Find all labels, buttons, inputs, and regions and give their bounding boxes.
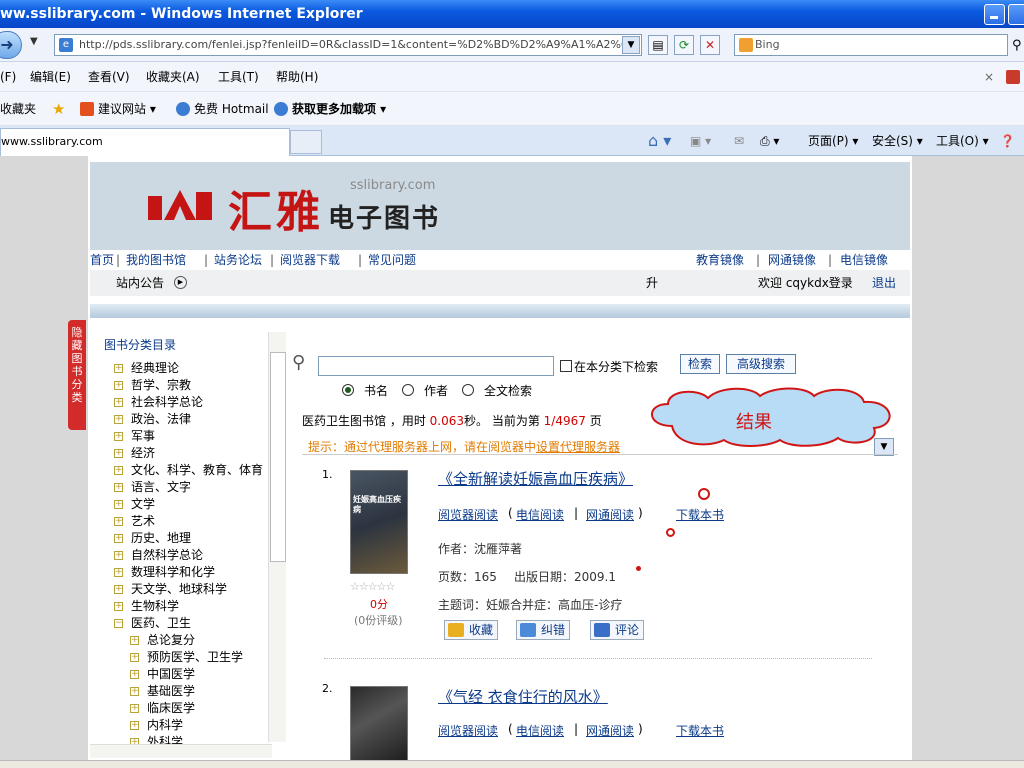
site-page: 汇雅 sslibrary.com 电子图书 首页 | 我的图书馆 | 站务论坛 …	[88, 156, 912, 760]
header-divider	[90, 304, 910, 318]
tab-bar: www.sslibrary.com ⌂ ▾ ▣ ▾ ✉ ⎙ ▾ 页面(P) ▾ …	[0, 126, 1024, 156]
nav-faq[interactable]: 常见问题	[368, 250, 416, 270]
hide-category-label: 隐藏图书分类	[71, 326, 83, 404]
nav-my-library[interactable]: 我的图书馆	[126, 250, 186, 270]
tab-sslibrary[interactable]: www.sslibrary.com	[0, 128, 290, 156]
menu-help[interactable]: 帮助(H)	[276, 62, 318, 92]
menu-edit[interactable]: 编辑(E)	[30, 62, 71, 92]
stop-icon[interactable]: ✕	[700, 35, 720, 55]
window-title-bar: ww.sslibrary.com - Windows Internet Expl…	[0, 0, 1024, 28]
star-icon[interactable]: ★	[52, 92, 65, 126]
logo-subtitle: 电子图书	[328, 204, 441, 234]
menu-tools[interactable]: 工具(T)	[218, 62, 259, 92]
close-menubar-icon[interactable]: ×	[984, 62, 994, 92]
menu-view[interactable]: 查看(V)	[88, 62, 130, 92]
back-arrow-icon[interactable]: ➜	[0, 31, 22, 59]
search-input[interactable]: Bing	[734, 34, 1008, 56]
suggested-sites-icon	[80, 102, 94, 116]
menu-file[interactable]: (F)	[0, 62, 16, 92]
mail-icon[interactable]: ✉	[734, 126, 744, 156]
ie-page-icon-2	[274, 102, 288, 116]
help-icon[interactable]: ❓	[1000, 126, 1015, 156]
home-icon[interactable]: ⌂ ▾	[648, 126, 671, 156]
logo-mark-icon	[148, 190, 212, 220]
logo-domain: sslibrary.com	[350, 178, 436, 193]
favorites-bar: 收藏夹 ★ 建议网站 ▾ 免费 Hotmail 获取更多加载项 ▾	[0, 92, 1024, 126]
compat-view-icon[interactable]: ▤	[648, 35, 668, 55]
notice-scroll-text: 升	[646, 276, 659, 290]
notice-bar: 站内公告 ▶ 升 欢迎 cqykdx登录 退出	[90, 270, 910, 296]
tools-menu[interactable]: 工具(O) ▾	[936, 126, 989, 156]
addons-link[interactable]: 获取更多加载项 ▾	[292, 92, 386, 126]
print-icon[interactable]: ⎙ ▾	[760, 126, 779, 156]
nav-sep: |	[828, 253, 833, 267]
address-input[interactable]: e http://pds.sslibrary.com/fenlei.jsp?fe…	[54, 34, 642, 56]
bing-icon	[739, 38, 753, 52]
nav-reader-download[interactable]: 阅览器下载	[280, 250, 340, 270]
page-viewport: 汇雅 sslibrary.com 电子图书 首页 | 我的图书馆 | 站务论坛 …	[0, 156, 1024, 760]
favorites-label[interactable]: 收藏夹	[0, 92, 36, 126]
address-dropdown-icon[interactable]: ▼	[622, 36, 640, 54]
new-tab-button[interactable]	[290, 130, 322, 154]
logo-text: 汇雅	[228, 187, 324, 238]
menu-favorites[interactable]: 收藏夹(A)	[146, 62, 200, 92]
notice-play-icon[interactable]: ▶	[174, 276, 187, 289]
nav-wangtong-mirror[interactable]: 网通镜像	[768, 250, 816, 270]
restore-button[interactable]	[1008, 4, 1024, 25]
nav-dianxin-mirror[interactable]: 电信镜像	[840, 250, 888, 270]
notice-label: 站内公告	[116, 276, 165, 290]
status-bar	[0, 760, 1024, 768]
ie-page-icon	[176, 102, 190, 116]
tab-label: www.sslibrary.com	[1, 135, 103, 148]
page-icon: e	[59, 38, 73, 52]
search-placeholder: Bing	[755, 38, 780, 51]
hide-category-tab[interactable]: 隐藏图书分类	[68, 320, 86, 430]
site-nav: 首页 | 我的图书馆 | 站务论坛 | 阅览器下载 | 常见问题 教育镜像 | …	[90, 250, 910, 270]
search-icon[interactable]: ⚲	[1012, 38, 1022, 53]
window-title: ww.sslibrary.com - Windows Internet Expl…	[0, 6, 363, 22]
address-toolbar: ➜ ▼ e http://pds.sslibrary.com/fenlei.js…	[0, 28, 1024, 62]
translate-icon[interactable]	[1006, 70, 1020, 84]
history-dropdown-icon[interactable]: ▼	[30, 36, 38, 47]
menu-bar: (F) 编辑(E) 查看(V) 收藏夹(A) 工具(T) 帮助(H) ×	[0, 62, 1024, 92]
hotmail-link[interactable]: 免费 Hotmail	[194, 92, 269, 126]
welcome-text: 欢迎 cqykdx登录	[758, 276, 853, 290]
nav-sep: |	[204, 253, 209, 267]
nav-home[interactable]: 首页	[90, 250, 114, 270]
suggested-sites-link[interactable]: 建议网站 ▾	[98, 92, 156, 126]
nav-sep: |	[270, 253, 275, 267]
nav-sep: |	[756, 253, 761, 267]
logout-link[interactable]: 退出	[872, 270, 896, 296]
nav-sep: |	[116, 253, 121, 267]
site-banner: 汇雅 sslibrary.com 电子图书	[90, 162, 910, 250]
safety-menu[interactable]: 安全(S) ▾	[872, 126, 923, 156]
minimize-button[interactable]	[984, 4, 1005, 25]
page-menu[interactable]: 页面(P) ▾	[808, 126, 858, 156]
address-url: http://pds.sslibrary.com/fenlei.jsp?fenl…	[79, 38, 636, 51]
feeds-icon[interactable]: ▣ ▾	[690, 126, 711, 156]
nav-sep: |	[358, 253, 363, 267]
refresh-icon[interactable]: ⟳	[674, 35, 694, 55]
nav-forum[interactable]: 站务论坛	[214, 250, 262, 270]
nav-edu-mirror[interactable]: 教育镜像	[696, 250, 744, 270]
